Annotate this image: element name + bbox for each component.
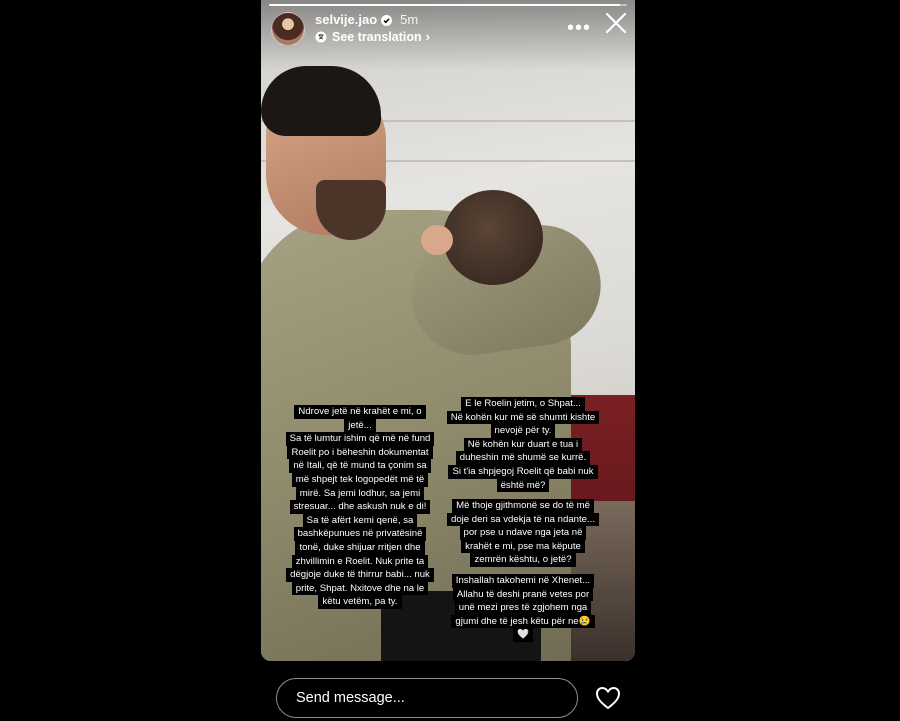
- caption-line: Sa të lumtur ishim që më në fund: [285, 432, 435, 446]
- caption-line: Allahu të deshi pranë vetes por: [452, 587, 594, 602]
- caption-line: Më thoje gjithmonë se do të më: [452, 499, 594, 513]
- story-header: selvije.jao 5m See translation › •••: [271, 12, 627, 46]
- caption-line: mirë. Sa jemi lodhur, sa jemi: [295, 486, 425, 501]
- caption-line: këtu vetëm, pa ty.: [318, 595, 402, 609]
- caption-line: doje deri sa vdekja të na ndante...: [447, 512, 600, 527]
- caption-left: Ndrove jetë në krahët e mi, o jetë... Sa t…: [285, 405, 435, 609]
- caption-line: Inshallah takohemi në Xhenet...: [451, 574, 595, 588]
- caption-line: zemrën kështu, o jetë?: [470, 553, 576, 567]
- caption-line: 🤍: [513, 628, 533, 642]
- caption-line: zhvillimin e Roelit. Nuk prite ta: [291, 554, 429, 569]
- time-ago: 5m: [400, 12, 419, 27]
- caption-line: Në kohën kur duart e tua i: [463, 437, 583, 452]
- caption-line: Si t'ia shpjegoj Roelit që babi nuk: [448, 464, 598, 479]
- baby-head: [443, 190, 543, 285]
- caption-line: nevojë për ty.: [490, 424, 556, 438]
- verified-badge-icon: [381, 14, 393, 26]
- chevron-right-icon: ›: [425, 29, 430, 44]
- caption-line: Sa të afërt kemi qenë, sa: [302, 513, 418, 528]
- story-viewer[interactable]: selvije.jao 5m See translation › ••• Ndr…: [261, 0, 635, 661]
- caption-line: Në kohën kur më së shumti kishte: [446, 410, 600, 425]
- user-info: selvije.jao 5m See translation ›: [315, 12, 430, 45]
- caption-line: jetë...: [344, 418, 376, 433]
- see-translation-label: See translation: [332, 30, 422, 44]
- caption-line: gjumi dhe të jesh këtu për ne😢: [451, 614, 595, 629]
- caption-line: por pse u ndave nga jeta në: [459, 526, 587, 540]
- story-progress-fill: [269, 4, 620, 6]
- caption-line: Roelit po i bëheshin dokumentat: [287, 445, 433, 460]
- caption-line: është më?: [496, 478, 550, 493]
- see-translation-button[interactable]: See translation ›: [315, 29, 430, 45]
- username[interactable]: selvije.jao: [315, 12, 377, 28]
- caption-line: stresuar... dhe askush nuk e di!: [289, 500, 431, 514]
- close-icon[interactable]: [605, 12, 627, 39]
- more-options-icon[interactable]: •••: [567, 18, 591, 38]
- caption-right-1: E le Roelin jetim, o Shpat... Në kohën ku…: [446, 397, 600, 493]
- send-message-input[interactable]: Send message...: [276, 678, 578, 718]
- caption-line: në Itali, që të mund ta çonim sa: [289, 459, 431, 473]
- caption-line: duheshin më shumë se kurrë.: [455, 451, 591, 465]
- caption-line: Ndrove jetë në krahët e mi, o: [294, 405, 426, 419]
- caption-right-2: Më thoje gjithmonë se do të më doje deri …: [447, 499, 600, 567]
- baby-hand: [421, 225, 453, 255]
- caption-line: prite, Shpat. Nxitove dhe na le: [291, 581, 429, 596]
- send-message-placeholder: Send message...: [296, 690, 405, 706]
- caption-line: më shpejt tek logopedët më të: [291, 472, 429, 487]
- translate-icon: [315, 31, 327, 43]
- caption-line: dëgjoje duke të thirrur babi... nuk: [286, 568, 434, 582]
- caption-line: tonë, duke shijuar rritjen dhe: [295, 540, 425, 555]
- story-progress-bar: [269, 4, 627, 6]
- caption-right-3: Inshallah takohemi në Xhenet... Allahu të…: [451, 574, 595, 642]
- avatar[interactable]: [271, 12, 305, 46]
- caption-line: E le Roelin jetim, o Shpat...: [461, 397, 585, 411]
- man-hair: [261, 66, 381, 136]
- caption-line: unë mezi pres të zgjohem nga: [454, 601, 592, 615]
- caption-line: bashkëpunues në privatësinë: [293, 527, 427, 541]
- caption-line: krahët e mi, pse ma këpute: [461, 539, 585, 554]
- heart-icon[interactable]: [595, 686, 621, 710]
